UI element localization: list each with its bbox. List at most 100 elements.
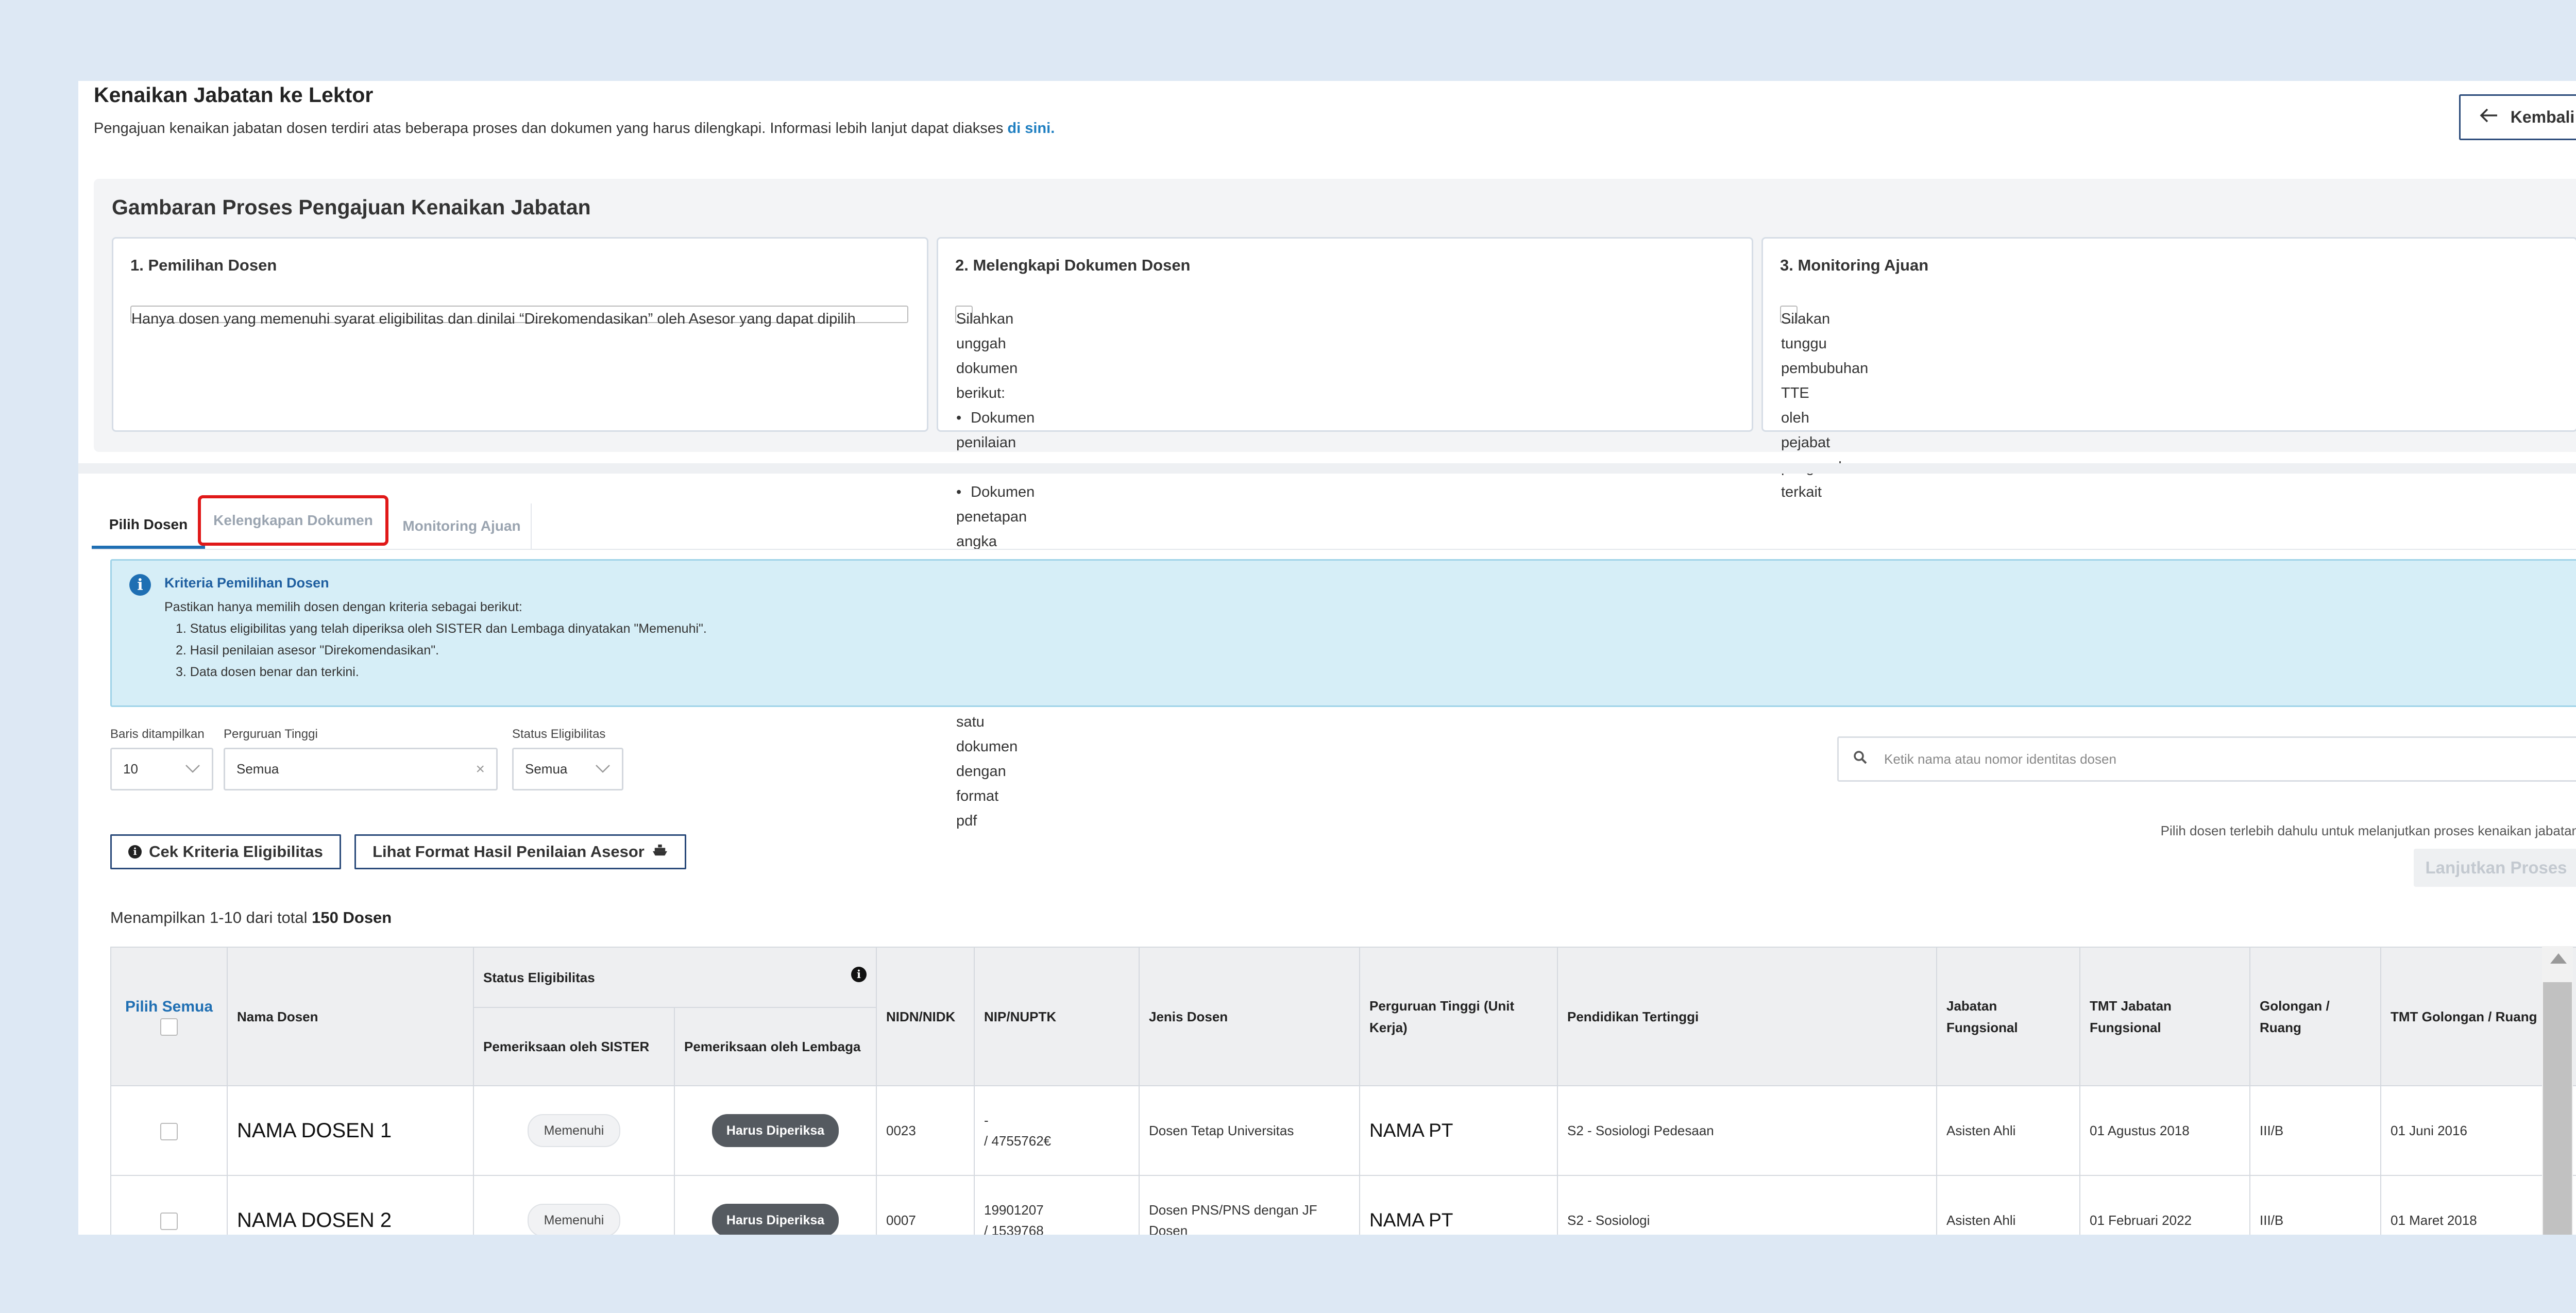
dosen-table: Pilih Semua Nama Dosen i Status Eligibil… [110, 947, 2576, 1235]
sister-status-cell: Memenuhi [473, 1085, 675, 1176]
info-link-suffix: . [1050, 120, 1055, 137]
card-intro: Silahkan unggah dokumen berikut: [956, 311, 1018, 401]
status-badge: Harus Diperiksa [711, 1204, 839, 1235]
rows-select[interactable]: 10 [110, 748, 213, 790]
row-checkbox[interactable] [160, 1213, 178, 1231]
criteria-info-box: i Kriteria Pemilihan Dosen Pastikan hany… [110, 559, 2576, 707]
pt-value: Semua [236, 761, 279, 777]
golongan-cell: III/B [2249, 1085, 2381, 1176]
card-title: 3. Monitoring Ajuan [1780, 256, 1929, 274]
summary-total: 150 Dosen [312, 908, 392, 927]
col-jabatan: Jabatan Fungsional [1936, 947, 2080, 1086]
info-icon: i [129, 574, 151, 596]
criteria-list: 1. Status eligibilitas yang telah diperi… [176, 618, 707, 683]
select-all-header: Pilih Semua [110, 947, 228, 1086]
col-nama: Nama Dosen [227, 947, 474, 1086]
col-jenis: Jenis Dosen [1139, 947, 1360, 1086]
info-icon: i [128, 845, 142, 858]
golongan-cell: III/B [2249, 1175, 2381, 1235]
row-select-cell [110, 1175, 228, 1235]
rows-label: Baris ditampilkan [110, 727, 205, 741]
tab-monitoring-ajuan[interactable]: Monitoring Ajuan [393, 503, 532, 549]
info-title: Kriteria Pemilihan Dosen [164, 575, 329, 591]
nidn-cell: 0007 [876, 1175, 975, 1235]
select-all-checkbox[interactable] [160, 1018, 178, 1036]
lanjutkan-proses-button[interactable]: Lanjutkan Proses [2414, 849, 2576, 887]
table-row: NAMA DOSEN 1 Memenuhi Harus Diperiksa 00… [110, 1085, 2576, 1176]
pendidikan-cell: S2 - Sosiologi Pedesaan [1557, 1085, 1937, 1176]
process-overview: Gambaran Proses Pengajuan Kenaikan Jabat… [94, 179, 2576, 829]
col-nip: NIP/NUPTK [974, 947, 1140, 1086]
lembaga-status-cell: Harus Diperiksa [674, 1085, 877, 1176]
tmt-jabatan-cell: 01 Agustus 2018 [2079, 1085, 2250, 1176]
scrollbar-thumb[interactable] [2543, 982, 2572, 1235]
card-title: 1. Pemilihan Dosen [130, 256, 277, 274]
status-value: Semua [525, 761, 568, 777]
search-placeholder: Ketik nama atau nomor identitas dosen [1884, 751, 2116, 767]
results-summary: Menampilkan 1-10 dari total 150 Dosen [110, 908, 392, 927]
card-body: Hanya dosen yang memenuhi syarat eligibi… [130, 306, 908, 327]
jabatan-cell: Asisten Ahli [1936, 1085, 2080, 1176]
pendidikan-cell: S2 - Sosiologi [1557, 1175, 1937, 1235]
nip-line1: - [984, 1113, 989, 1128]
pt-cell: NAMA PT [1359, 1085, 1558, 1176]
cek-kriteria-button[interactable]: i Cek Kriteria Eligibilitas [110, 834, 341, 869]
dosen-name: NAMA DOSEN 1 [227, 1085, 474, 1176]
page-description: Pengajuan kenaikan jabatan dosen terdiri… [94, 120, 1055, 137]
sister-status-cell: Memenuhi [473, 1175, 675, 1235]
nidn-cell: 0023 [876, 1085, 975, 1176]
info-link[interactable]: di sini [1007, 120, 1050, 137]
list-item: 3. Data dosen benar dan terkini. [176, 665, 359, 679]
jenis-cell: Dosen PNS/PNS dengan JF Dosen [1139, 1175, 1360, 1235]
dosen-name: NAMA DOSEN 2 [227, 1175, 474, 1235]
card-title: 2. Melengkapi Dokumen Dosen [955, 256, 1191, 274]
arrow-left-icon [2480, 108, 2498, 127]
col-sister: Pemeriksaan oleh SISTER [473, 1007, 675, 1086]
description-text: Pengajuan kenaikan jabatan dosen terdiri… [94, 120, 1008, 137]
proceed-hint: Pilih dosen terlebih dahulu untuk melanj… [2160, 823, 2576, 838]
list-item: 2. Hasil penilaian asesor "Direkomendasi… [176, 643, 439, 658]
ship-icon [652, 843, 668, 861]
lihat-format-button[interactable]: Lihat Format Hasil Penilaian Asesor [354, 834, 686, 869]
status-label: Status Eligibilitas [512, 727, 606, 741]
info-icon[interactable]: i [851, 966, 867, 982]
search-icon [1853, 750, 1868, 768]
scroll-up-icon[interactable] [2550, 953, 2567, 964]
lihat-format-label: Lihat Format Hasil Penilaian Asesor [372, 843, 645, 861]
row-select-cell [110, 1085, 228, 1176]
chevron-down-icon [185, 761, 200, 777]
nip-cell: 19901207 / 1539768 [974, 1175, 1140, 1235]
col-status-group: i Status Eligibilitas [473, 947, 877, 1008]
cek-kriteria-label: Cek Kriteria Eligibilitas [149, 843, 323, 861]
pilih-semua-label[interactable]: Pilih Semua [121, 997, 217, 1017]
status-group-label: Status Eligibilitas [483, 969, 595, 985]
row-checkbox[interactable] [160, 1123, 178, 1141]
process-card-monitoring: 3. Monitoring Ajuan Silakan tunggu pembu… [1761, 237, 2576, 500]
lembaga-status-cell: Harus Diperiksa [674, 1175, 877, 1235]
status-badge: Harus Diperiksa [711, 1114, 839, 1147]
info-text: Pastikan hanya memilih dosen dengan krit… [164, 600, 522, 614]
col-tmt-jabatan: TMT Jabatan Fungsional [2079, 947, 2250, 1086]
back-button-label: Kembali [2510, 108, 2575, 126]
clear-icon[interactable]: × [476, 761, 485, 778]
tmt-jabatan-cell: 01 Februari 2022 [2079, 1175, 2250, 1235]
tab-baseline [92, 549, 2576, 550]
nip-line2: / 1539768 [984, 1223, 1044, 1235]
col-pendidikan: Pendidikan Tertinggi [1557, 947, 1937, 1086]
summary-prefix: Menampilkan 1-10 dari total [110, 908, 312, 927]
pt-cell: NAMA PT [1359, 1175, 1558, 1235]
main-panel: Kenaikan Jabatan ke Lektor Pengajuan ken… [78, 81, 2576, 1235]
page-title: Kenaikan Jabatan ke Lektor [94, 83, 374, 107]
document-list: Dokumen penilaian asesor. Dokumen peneta… [956, 406, 1035, 579]
tab-pilih-dosen[interactable]: Pilih Dosen [92, 503, 205, 549]
status-select[interactable]: Semua [512, 748, 623, 790]
nip-line2: / 4755762€ [984, 1133, 1052, 1149]
process-card-dokumen: 2. Melengkapi Dokumen Dosen Silahkan ung… [937, 237, 1753, 829]
pt-select[interactable]: Semua × [224, 748, 498, 790]
back-button[interactable]: Kembali [2459, 94, 2576, 140]
search-input[interactable]: Ketik nama atau nomor identitas dosen [1837, 736, 2576, 782]
chevron-down-icon [595, 761, 611, 777]
card-body: Silahkan unggah dokumen berikut: Dokumen… [955, 306, 1043, 829]
jenis-cell: Dosen Tetap Universitas [1139, 1085, 1360, 1176]
tab-kelengkapan-dokumen[interactable]: Kelengkapan Dokumen [198, 495, 388, 546]
